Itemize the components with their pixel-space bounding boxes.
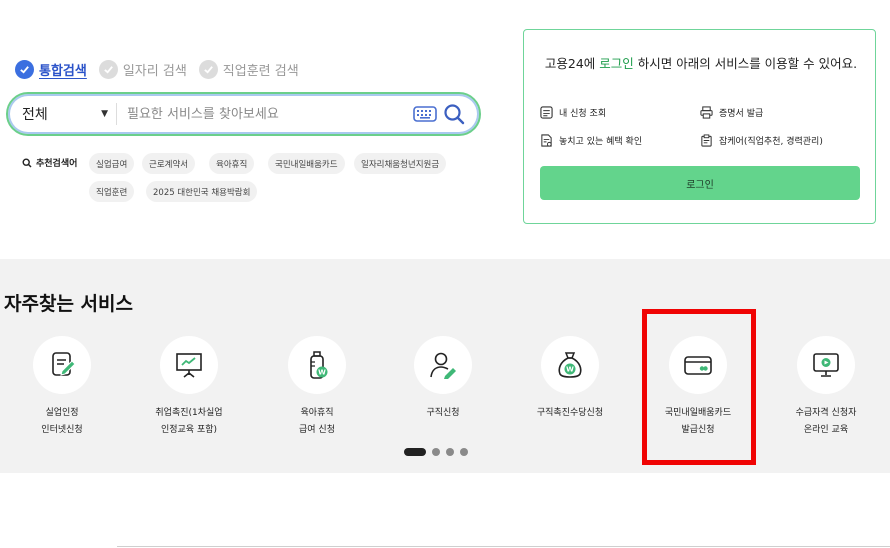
search-icon[interactable] (443, 103, 465, 125)
link-label: 내 신청 조회 (559, 109, 607, 119)
search-input[interactable] (117, 106, 413, 122)
search-category-select[interactable]: 전체 ▼ (8, 104, 116, 124)
service-label: 육아휴직 급여 신청 (299, 408, 335, 435)
link-missed-benefits[interactable]: 놓치고 있는 혜택 확인 (540, 134, 642, 147)
keyword-chip[interactable]: 실업급여 (89, 153, 135, 174)
card-icon (684, 356, 712, 375)
link-jobcare[interactable]: 잡케어(직업추천, 경력관리) (700, 134, 823, 147)
pager-dot[interactable] (460, 448, 468, 456)
link-certificate[interactable]: 증명서 발급 (700, 106, 763, 119)
check-icon (98, 60, 118, 79)
service-online-education[interactable]: 수급자격 신청자 온라인 교육 (761, 336, 890, 439)
service-parental-leave[interactable]: W 육아휴직 급여 신청 (252, 336, 382, 439)
check-icon (15, 60, 34, 79)
pager-dot[interactable] (446, 448, 454, 456)
svg-text:W: W (566, 366, 574, 374)
service-label: 취업촉진(1차실업 인정교육 포함) (155, 408, 223, 435)
keyword-chip[interactable]: 직업훈련 (89, 181, 135, 202)
money-bag-won-icon: W (558, 352, 582, 378)
service-label: 수급자격 신청자 온라인 교육 (795, 408, 857, 435)
service-unemployment-recognition[interactable]: 실업인정 인터넷신청 (0, 336, 127, 439)
service-icon-circle (160, 336, 218, 394)
baby-bottle-won-icon: W (310, 351, 328, 379)
checklist-icon (540, 106, 553, 119)
keyword-chip[interactable]: 국민내일배움카드 (268, 153, 345, 174)
service-job-seeking-allowance[interactable]: W 구직촉진수당신청 (505, 336, 635, 422)
service-icon-circle (669, 336, 727, 394)
search-category-value: 전체 (22, 107, 48, 123)
service-label: 구직신청 (426, 408, 460, 418)
keyword-chip[interactable]: 2025 대한민국 채용박람회 (146, 181, 258, 202)
link-label: 증명서 발급 (719, 109, 764, 119)
recommended-keywords-text: 추천검색어 (36, 159, 78, 169)
service-icon-circle (414, 336, 472, 394)
login-message-prefix: 고용24에 (544, 56, 600, 71)
tab-integrated-search[interactable]: 통합검색 (15, 60, 87, 79)
service-employment-promotion[interactable]: 취업촉진(1차실업 인정교육 포함) (124, 336, 254, 439)
divider (117, 546, 890, 547)
keyboard-icon[interactable] (413, 105, 437, 123)
presentation-board-icon (176, 353, 202, 378)
monitor-play-icon (813, 353, 839, 377)
login-message-suffix: 하시면 아래의 서비스를 이용할 수 있어요. (633, 56, 858, 71)
tab-job-search[interactable]: 일자리 검색 (98, 60, 187, 79)
keyword-chip[interactable]: 육아휴직 (209, 153, 255, 174)
service-icon-circle: W (288, 336, 346, 394)
service-job-seeking[interactable]: 구직신청 (378, 336, 508, 422)
service-icon-circle: W (541, 336, 599, 394)
tab-training-search[interactable]: 직업훈련 검색 (198, 60, 299, 79)
link-my-applications[interactable]: 내 신청 조회 (540, 106, 606, 119)
tab-label: 직업훈련 검색 (222, 64, 299, 79)
login-button[interactable]: 로그인 (540, 166, 860, 200)
login-message: 고용24에 로그인 하시면 아래의 서비스를 이용할 수 있어요. (538, 54, 864, 73)
check-icon (198, 60, 218, 79)
login-panel: 고용24에 로그인 하시면 아래의 서비스를 이용할 수 있어요. 내 신청 조… (523, 29, 876, 224)
service-label: 국민내일배움카드 발급신청 (664, 408, 732, 435)
service-icon-circle (33, 336, 91, 394)
clipboard-icon (701, 134, 712, 147)
service-national-learning-card[interactable]: 국민내일배움카드 발급신청 (633, 336, 763, 439)
person-edit-icon (430, 352, 456, 379)
printer-icon (700, 106, 713, 119)
recommended-keywords-label: 추천검색어 (22, 156, 77, 169)
frequent-services-section: 자주찾는 서비스 실업인정 인터넷신청 취업촉진(1차실업 인정교육 포함) W… (0, 259, 890, 473)
search-tabs: 통합검색 일자리 검색 직업훈련 검색 (15, 60, 299, 79)
service-label: 구직촉진수당신청 (536, 408, 604, 418)
document-edit-icon (52, 352, 76, 376)
login-message-link[interactable]: 로그인 (599, 56, 634, 71)
pager-dot[interactable] (404, 448, 426, 456)
tab-label: 통합검색 (39, 64, 87, 79)
chevron-down-icon: ▼ (101, 109, 108, 119)
document-check-icon (541, 134, 552, 147)
carousel-pager (404, 448, 468, 456)
tab-label: 일자리 검색 (122, 64, 187, 79)
search-icon (22, 157, 32, 168)
link-label: 놓치고 있는 혜택 확인 (559, 137, 643, 147)
keyword-chip[interactable]: 근로계약서 (142, 153, 196, 174)
svg-text:W: W (318, 369, 326, 377)
section-title: 자주찾는 서비스 (4, 293, 133, 315)
search-bar: 전체 ▼ (6, 92, 481, 136)
link-label: 잡케어(직업추천, 경력관리) (719, 137, 823, 147)
pager-dot[interactable] (432, 448, 440, 456)
service-icon-circle (797, 336, 855, 394)
keyword-chip[interactable]: 일자리채움청년지원금 (354, 153, 447, 174)
service-label: 실업인정 인터넷신청 (41, 408, 83, 435)
